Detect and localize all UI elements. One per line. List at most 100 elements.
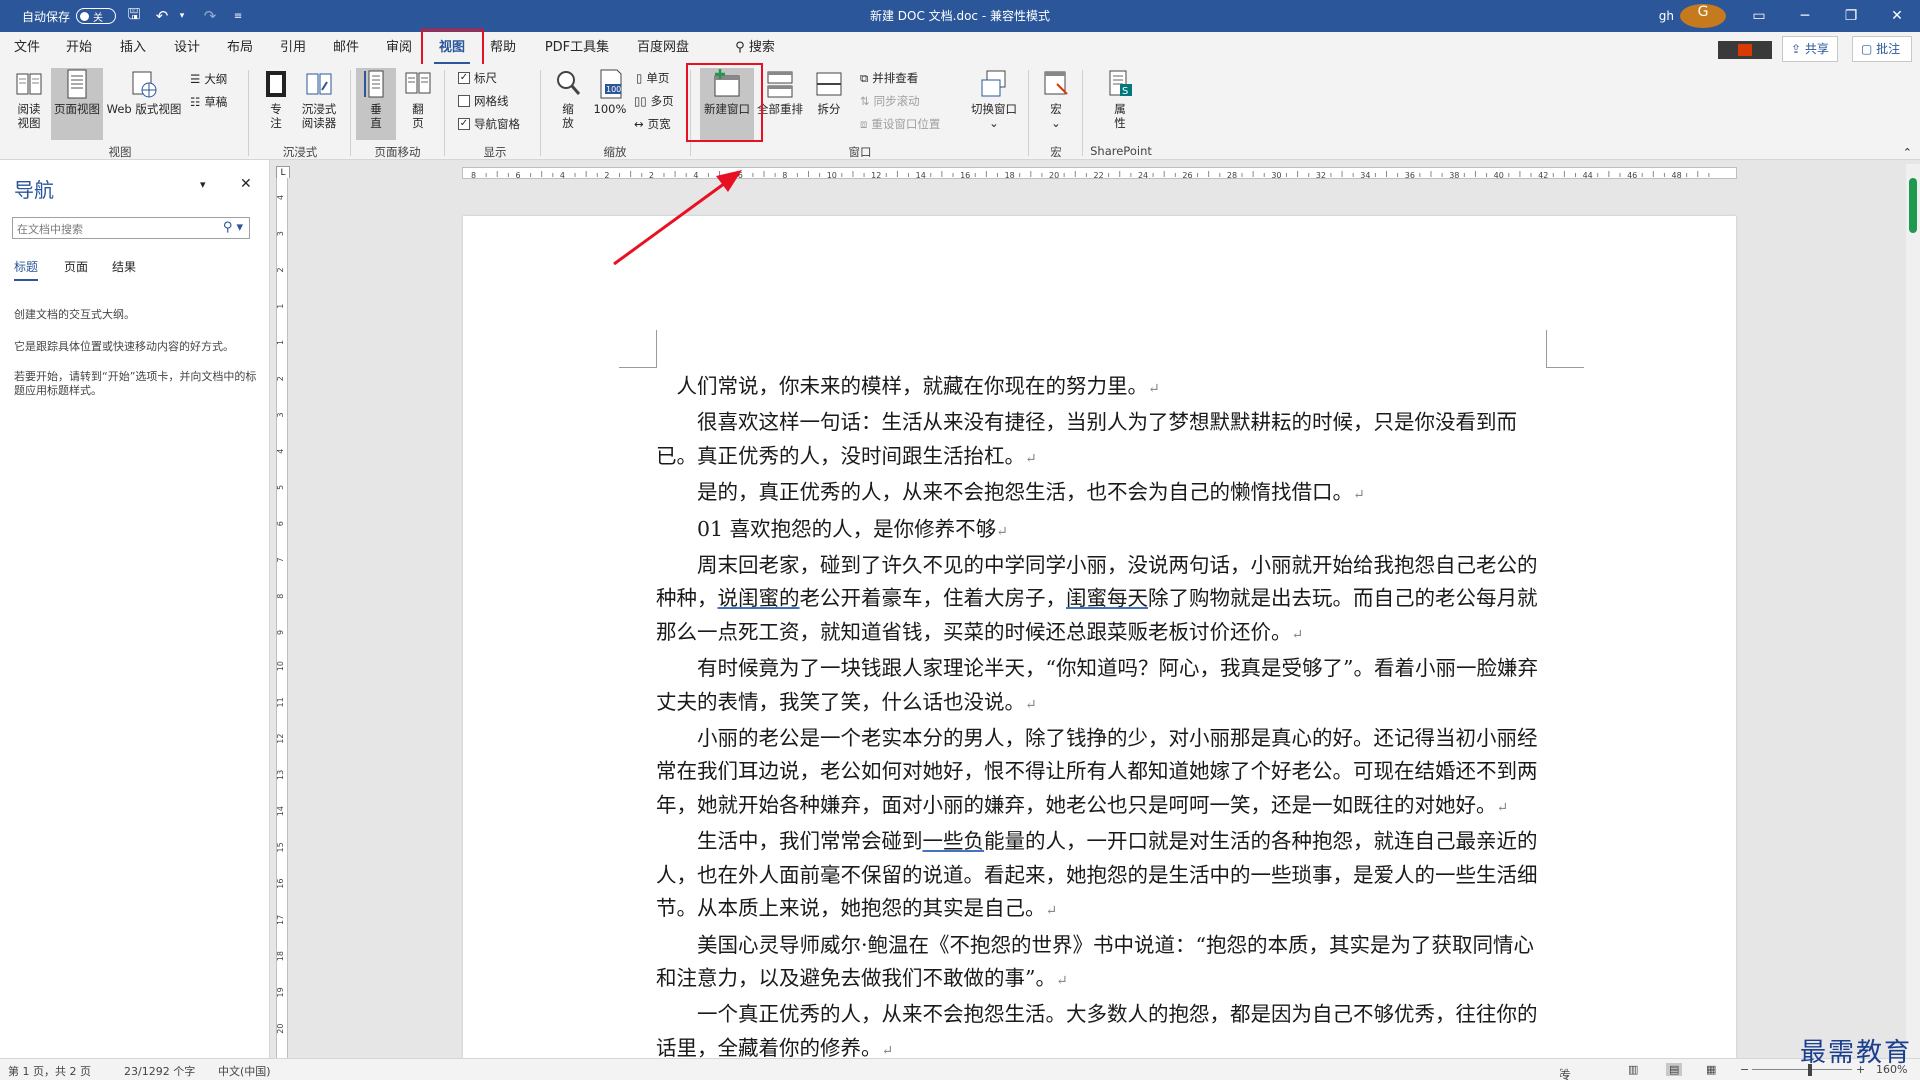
close-icon[interactable]: ✕ [1874, 8, 1920, 24]
gridlines-checkbox[interactable]: 网格线 [458, 91, 509, 111]
document-body[interactable]: 人们常说，你未来的模样，就藏在你现在的努力里。↵ 很喜欢这样一句话：生活从来没有… [656, 370, 1546, 1058]
sync-scrolling-button[interactable]: ⇅ 同步滚动 [860, 91, 920, 111]
share-button[interactable]: ⇪ 共享 [1782, 36, 1838, 62]
tab-pdf-tools[interactable]: PDF工具集 [540, 32, 614, 64]
web-layout-icon[interactable]: ▦ [1706, 1063, 1716, 1076]
vertical-ruler[interactable]: 43211234567891011121314151617181920 [272, 178, 292, 1058]
switch-windows-button[interactable]: 切换窗口 ⌄ [966, 68, 1022, 130]
view-tab-highlight [421, 29, 484, 66]
ruler-label: 2 [277, 267, 285, 272]
nav-hint-1: 创建文档的交互式大纲。 [14, 308, 135, 321]
title-bar: 自动保存 关 🖫 ↶ ▾ ↷ ≡ 新建 DOC 文档.doc - 兼容性模式 g… [0, 0, 1920, 32]
one-page-icon: ▯ [636, 71, 643, 85]
tab-references[interactable]: 引用 [276, 32, 310, 64]
nav-hint-2: 它是跟踪具体位置或快速移动内容的好方式。 [14, 340, 234, 353]
search-icon[interactable]: ⚲ ▾ [223, 220, 243, 235]
ruler-label: 14 [916, 171, 926, 180]
switch-windows-icon [981, 70, 1006, 97]
tab-mailings[interactable]: 邮件 [329, 32, 363, 64]
dropdown-arrow-icon: ⌄ [1051, 116, 1061, 130]
ruler-label: 10 [277, 661, 285, 671]
nav-tab-pages[interactable]: 页面 [64, 258, 88, 275]
tab-layout[interactable]: 布局 [223, 32, 257, 64]
word-window: { "titlebar":{"autosave_label":"自动保存","a… [0, 0, 1920, 1080]
web-layout-button[interactable]: Web 版式视图 [104, 68, 184, 116]
group-label-macros: 宏 [1050, 145, 1062, 159]
tab-baidu-netdisk[interactable]: 百度网盘 [630, 32, 696, 64]
spellcheck-underline: 闺蜜每天 [1066, 586, 1148, 611]
ruler-label: 30 [1271, 171, 1281, 180]
status-bar: 第 1 页，共 2 页 23/1292 个字 中文(中国) ⛶ 专注 ▥ ▤ ▦… [0, 1058, 1920, 1080]
draft-button[interactable]: ☷ 草稿 [190, 92, 227, 112]
tab-design[interactable]: 设计 [170, 32, 204, 64]
zoom-out-icon[interactable]: − [1740, 1063, 1749, 1076]
page-count[interactable]: 第 1 页，共 2 页 [8, 1063, 91, 1079]
zoom-button[interactable]: 缩 放 [548, 68, 588, 130]
ruler-label: 2 [604, 171, 609, 180]
vertical-button[interactable]: 垂 直 [356, 68, 396, 140]
one-page-button[interactable]: ▯ 单页 [636, 68, 669, 88]
reset-window-position-button[interactable]: ⧈ 重设窗口位置 [860, 114, 940, 134]
macros-button[interactable]: 宏 ⌄ [1036, 68, 1076, 130]
tab-review[interactable]: 审阅 [382, 32, 416, 64]
tab-file[interactable]: 文件 [10, 32, 44, 64]
window-title: 新建 DOC 文档.doc - 兼容性模式 [869, 9, 1051, 23]
print-layout-icon[interactable]: ▤ [1666, 1063, 1683, 1076]
tab-home[interactable]: 开始 [62, 32, 96, 64]
avatar[interactable]: G [1680, 4, 1726, 28]
tell-me-search[interactable]: ⚲ 搜索 [724, 32, 786, 64]
user-name: gh [1658, 9, 1674, 23]
side-to-side-button[interactable]: 翻 页 [398, 68, 438, 130]
print-layout-button[interactable]: 页面视图 [51, 68, 103, 140]
ruler-label: 12 [871, 171, 881, 180]
split-button[interactable]: 拆分 [808, 68, 850, 116]
view-side-by-side-button[interactable]: ⧉ 并排查看 [860, 68, 918, 88]
ruler-label: 16 [277, 879, 285, 889]
page-width-button[interactable]: ↔ 页宽 [634, 114, 671, 134]
nav-options-icon[interactable]: ▾ [200, 178, 206, 191]
zoom-slider[interactable] [1752, 1069, 1852, 1070]
comments-button[interactable]: ▢ 批注 [1852, 36, 1912, 62]
outline-button[interactable]: ☰ 大纲 [190, 69, 227, 89]
ruler-label: 15 [277, 842, 285, 852]
ruler-checkbox[interactable]: ✓ 标尺 [458, 68, 497, 88]
navigation-pane: 导航 ▾ ✕ 在文档中搜索 ⚲ ▾ 标题 页面 结果 创建文档的交互式大纲。 它是… [0, 160, 270, 1058]
ruler-label: 20 [277, 1024, 285, 1034]
new-window-highlight [686, 63, 763, 142]
zoom-100-button[interactable]: 100 100% [590, 68, 630, 116]
language[interactable]: 中文(中国) [218, 1063, 271, 1079]
horizontal-ruler[interactable]: 8 6 4 2 2 4 6 8 10 12 14 16 18 20 22 24 26 28 30 32 34 36 38 40… [292, 164, 1920, 180]
group-label-show: 显示 [483, 145, 507, 159]
nav-pane-checkbox[interactable]: ✓ 导航窗格 [458, 114, 520, 134]
nav-search-input[interactable]: 在文档中搜索 ⚲ ▾ [12, 217, 250, 239]
close-icon[interactable]: ✕ [240, 176, 252, 192]
group-label-window: 窗口 [848, 145, 872, 159]
nav-tab-results[interactable]: 结果 [112, 258, 136, 275]
focus-button[interactable]: 专 注 [256, 68, 296, 130]
ruler-ticks: 43211234567891011121314151617181920 [276, 195, 285, 1034]
scrollbar-thumb[interactable] [1909, 178, 1917, 233]
vertical-scrollbar[interactable] [1906, 164, 1920, 1058]
document-page[interactable]: 人们常说，你未来的模样，就藏在你现在的努力里。↵ 很喜欢这样一句话：生活从来没有… [463, 216, 1736, 1058]
ruler-label: 1 [277, 304, 285, 309]
page-width-icon: ↔ [634, 117, 644, 131]
collapse-ribbon-icon[interactable]: ⌃ [1903, 146, 1912, 159]
read-mode-button[interactable]: 阅读 视图 [8, 68, 50, 130]
window-controls: gh G ▭ ─ ❐ ✕ [1659, 0, 1920, 32]
ribbon-display-icon[interactable]: ▭ [1736, 8, 1782, 24]
word-count[interactable]: 23/1292 个字 [124, 1063, 195, 1079]
minimize-icon[interactable]: ─ [1782, 8, 1828, 24]
immersive-reader-button[interactable]: 沉浸式 阅读器 [296, 68, 342, 130]
ruler-label: 40 [1494, 171, 1504, 180]
comment-icon: ▢ [1861, 42, 1873, 56]
tab-help[interactable]: 帮助 [486, 32, 520, 64]
multiple-pages-button[interactable]: ▯▯ 多页 [634, 91, 674, 111]
properties-button[interactable]: S 属 性 [1100, 68, 1140, 130]
ruler-label: 19 [277, 987, 285, 997]
tab-insert[interactable]: 插入 [116, 32, 150, 64]
restore-icon[interactable]: ❐ [1828, 8, 1874, 24]
read-mode-icon[interactable]: ▥ [1628, 1063, 1638, 1076]
arrange-all-icon [767, 71, 793, 98]
ruler-label: 3 [277, 231, 285, 236]
nav-tab-headings[interactable]: 标题 [14, 258, 39, 281]
